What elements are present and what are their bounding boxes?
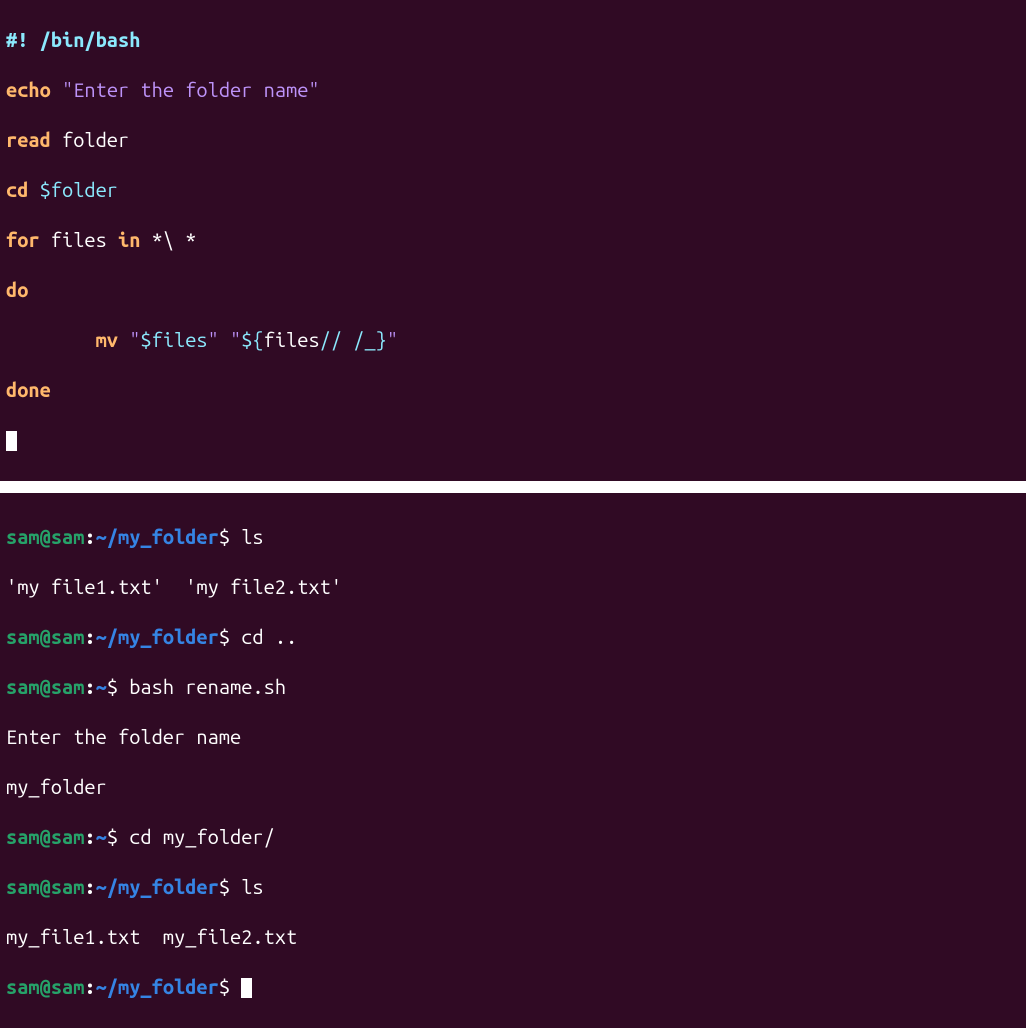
quote: " [129,328,140,351]
prompt-path: ~/my_folder [96,525,219,548]
quote: " [208,328,219,351]
cmd-cd-folder: cd my_folder/ [129,825,275,848]
brace-var: files [264,328,320,351]
shell-line: sam@sam:~/my_folder$ ls [6,524,1020,549]
keyword-read: read [6,128,51,151]
prompt-host: sam [51,525,85,548]
code-line: #! /bin/bash [6,27,1020,52]
keyword-mv: mv [96,328,118,351]
brace-open: ${ [241,328,263,351]
code-line: mv "$files" "${files// /_}" [6,327,1020,352]
brace-op: // /_ [320,328,376,351]
keyword-echo: echo [6,78,51,101]
keyword-do: do [6,278,28,301]
glob-pattern: *\ * [140,228,196,251]
quote: " [308,78,319,101]
cmd-cd-up: cd .. [241,625,297,648]
code-line: do [6,277,1020,302]
code-line: read folder [6,127,1020,152]
cmd-ls: ls [241,875,263,898]
variable-folder: $folder [40,178,118,201]
shell-terminal[interactable]: sam@sam:~/my_folder$ ls 'my file1.txt' '… [0,493,1026,1028]
quote: " [62,78,73,101]
shell-line: sam@sam:~/my_folder$ cd .. [6,624,1020,649]
keyword-cd: cd [6,178,28,201]
brace-close: } [376,328,387,351]
shebang-path: /bin/bash [40,28,141,51]
output-ls-before: 'my file1.txt' 'my file2.txt' [6,574,1020,599]
code-line: echo "Enter the folder name" [6,77,1020,102]
shell-line: sam@sam:~$ bash rename.sh [6,674,1020,699]
shell-line: sam@sam:~/my_folder$ [6,974,1020,999]
read-arg: folder [51,128,129,151]
shell-cursor[interactable] [241,978,252,998]
code-line [6,427,1020,452]
output-user-input: my_folder [6,774,1020,799]
quote: " [387,328,398,351]
code-line: cd $folder [6,177,1020,202]
shell-line: sam@sam:~/my_folder$ ls [6,874,1020,899]
code-line: for files in *\ * [6,227,1020,252]
output-ls-after: my_file1.txt my_file2.txt [6,924,1020,949]
cmd-ls: ls [241,525,263,548]
shell-line: sam@sam:~$ cd my_folder/ [6,824,1020,849]
keyword-for: for [6,228,40,251]
keyword-done: done [6,378,51,401]
output-script-prompt: Enter the folder name [6,724,1020,749]
editor-cursor [6,431,17,451]
code-line: done [6,377,1020,402]
variable-files: $files [140,328,207,351]
shebang: #! [6,28,40,51]
script-editor: #! /bin/bash echo "Enter the folder name… [0,0,1026,481]
string-literal: Enter the folder name [73,78,308,101]
keyword-in: in [118,228,140,251]
prompt-user: sam [6,525,40,548]
cmd-bash-script: bash rename.sh [129,675,286,698]
quote: " [230,328,241,351]
